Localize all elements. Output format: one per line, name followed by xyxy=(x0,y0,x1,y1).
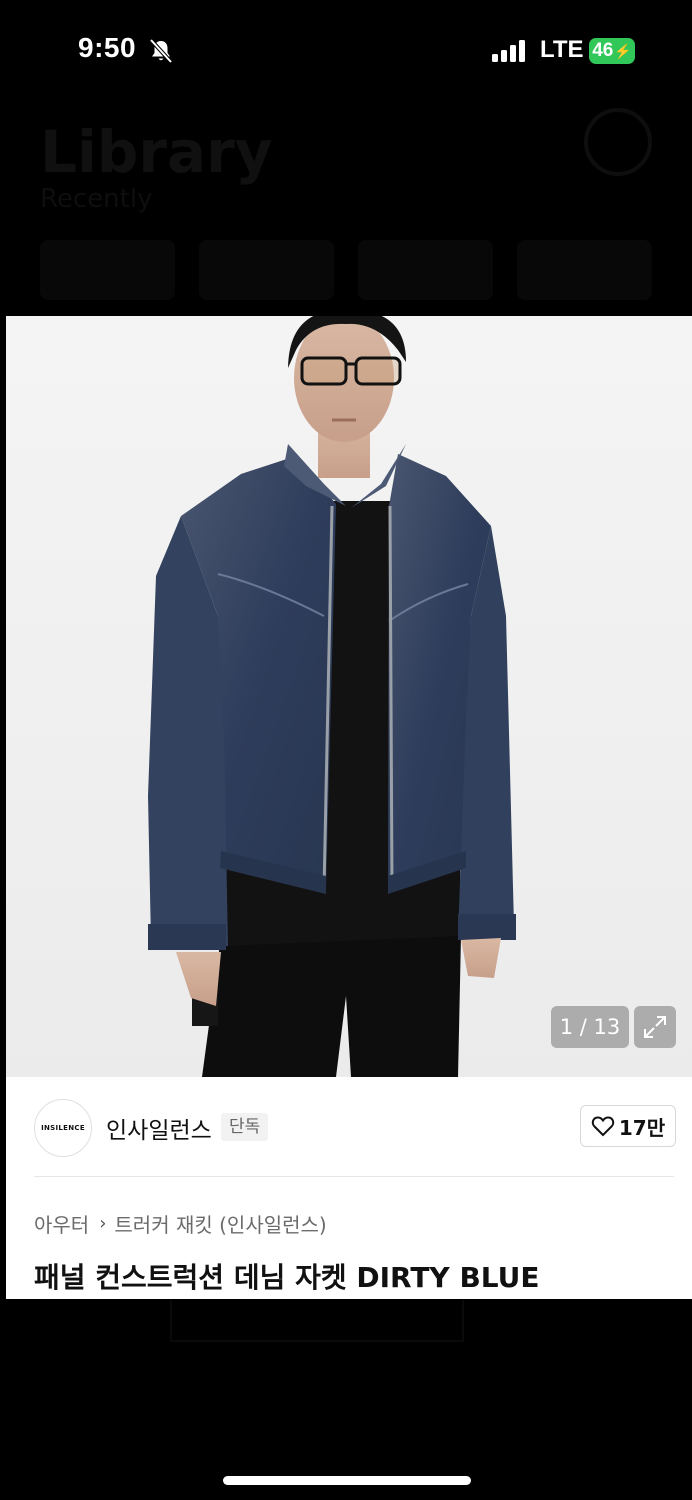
status-time: 9:50 xyxy=(78,32,137,63)
battery-level: 46 xyxy=(592,40,614,61)
breadcrumb-subcategory[interactable]: 트러커 재킷 (인사일런스) xyxy=(114,1209,326,1238)
bell-slash-icon xyxy=(149,38,173,64)
background-box xyxy=(170,1300,464,1342)
background-app: Library Recently xyxy=(0,80,692,320)
battery-indicator: 46 ⚡ xyxy=(589,38,635,64)
background-avatar xyxy=(584,108,652,176)
background-subtitle: Recently xyxy=(40,184,153,214)
brand-row: INSILENCE 인사일런스 단독 17만 xyxy=(6,1077,692,1177)
brand-name[interactable]: 인사일런스 xyxy=(106,1111,212,1145)
image-page-counter: 1 / 13 xyxy=(551,1006,629,1048)
model-photo xyxy=(148,316,516,1077)
expand-button[interactable] xyxy=(634,1006,676,1048)
exclusive-badge: 단독 xyxy=(221,1113,269,1141)
home-indicator[interactable] xyxy=(223,1476,471,1485)
product-title: 패널 컨스트럭션 데님 자켓 DIRTY BLUE xyxy=(34,1261,540,1294)
like-count: 17만 xyxy=(618,1115,666,1140)
brand-logo[interactable]: INSILENCE xyxy=(34,1099,92,1157)
background-lower xyxy=(0,1300,692,1500)
breadcrumb-category[interactable]: 아우터 xyxy=(34,1209,89,1238)
heart-icon xyxy=(591,1116,615,1137)
screen: 9:50 LTE 46 ⚡ Library Recently 1 / 13 IN… xyxy=(0,0,692,1500)
product-card: 1 / 13 INSILENCE 인사일런스 단독 17만 아우터 › 트러커 … xyxy=(6,316,692,1299)
network-label: LTE xyxy=(540,36,584,63)
product-image[interactable]: 1 / 13 xyxy=(6,316,692,1077)
expand-icon xyxy=(644,1016,666,1038)
divider xyxy=(34,1176,674,1177)
like-button[interactable]: 17만 xyxy=(580,1105,676,1147)
breadcrumb: 아우터 › 트러커 재킷 (인사일런스) xyxy=(34,1209,327,1238)
background-title: Library xyxy=(40,118,273,186)
bolt-icon: ⚡ xyxy=(614,42,632,59)
background-grid xyxy=(40,240,652,300)
chevron-right-icon: › xyxy=(99,1213,107,1234)
signal-icon xyxy=(492,40,525,62)
